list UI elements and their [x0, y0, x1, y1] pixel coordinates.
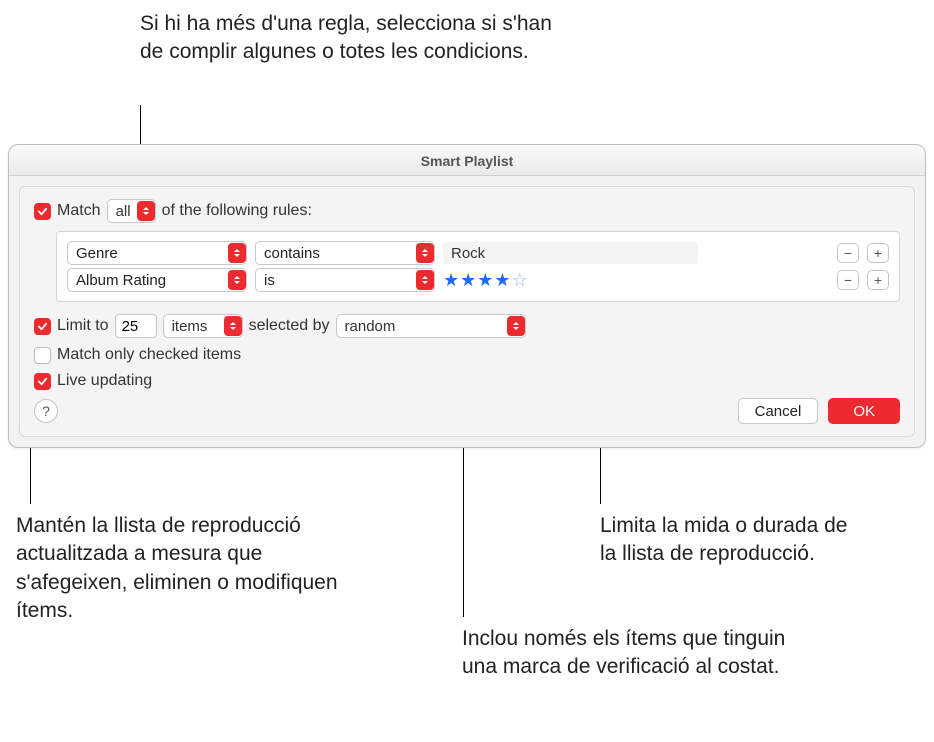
- annotation-bottom-right: Limita la mida o durada de la llista de …: [600, 512, 860, 569]
- match-only-checked-checkbox[interactable]: [34, 347, 51, 364]
- live-updating-row: Live updating: [34, 372, 900, 390]
- ok-button[interactable]: OK: [828, 398, 900, 424]
- match-checkbox[interactable]: [34, 203, 51, 220]
- live-updating-label: Live updating: [57, 372, 152, 390]
- match-only-checked-row: Match only checked items: [34, 346, 900, 364]
- chevron-updown-icon: [137, 201, 155, 221]
- rule-field-select[interactable]: Album Rating: [67, 268, 247, 292]
- match-label-after: of the following rules:: [162, 202, 312, 220]
- live-updating-checkbox[interactable]: [34, 373, 51, 390]
- chevron-updown-icon: [416, 243, 434, 263]
- limit-unit-select[interactable]: items: [163, 314, 243, 338]
- annotation-bottom-mid: Inclou només els ítems que tinguin una m…: [462, 625, 792, 682]
- remove-rule-button[interactable]: −: [837, 243, 859, 263]
- chevron-updown-icon: [224, 316, 242, 336]
- match-mode-select[interactable]: all: [107, 199, 156, 223]
- annotation-bottom-left: Mantén la llista de reproducció actualit…: [16, 512, 356, 625]
- rating-stars[interactable]: ★★★★☆: [443, 270, 528, 291]
- match-row: Match all of the following rules:: [34, 199, 900, 223]
- rule-field-select[interactable]: Genre: [67, 241, 247, 265]
- chevron-updown-icon: [416, 270, 434, 290]
- rule-op-select[interactable]: is: [255, 268, 435, 292]
- match-label-before: Match: [57, 202, 101, 220]
- limit-label: Limit to: [57, 317, 109, 335]
- rule-row: Album Rating is ★★★★☆ − +: [67, 268, 889, 292]
- selected-by-label: selected by: [249, 317, 330, 335]
- cancel-button[interactable]: Cancel: [738, 398, 819, 424]
- chevron-updown-icon: [228, 270, 246, 290]
- add-rule-button[interactable]: +: [867, 270, 889, 290]
- dialog-footer: ? Cancel OK: [34, 398, 900, 424]
- help-button[interactable]: ?: [34, 399, 58, 423]
- limit-row: Limit to items selected by random: [34, 314, 900, 338]
- limit-count-input[interactable]: [115, 314, 157, 338]
- rules-container: Genre contains − + Album Rating: [56, 231, 900, 302]
- rule-op-select[interactable]: contains: [255, 241, 435, 265]
- smart-playlist-dialog: Smart Playlist Match all of the followin…: [8, 144, 926, 448]
- selected-by-select[interactable]: random: [336, 314, 526, 338]
- chevron-updown-icon: [507, 316, 525, 336]
- match-only-checked-label: Match only checked items: [57, 346, 241, 364]
- annotation-top: Si hi ha més d'una regla, selecciona si …: [140, 10, 570, 67]
- add-rule-button[interactable]: +: [867, 243, 889, 263]
- rule-row: Genre contains − +: [67, 241, 889, 265]
- dialog-title: Smart Playlist: [9, 145, 925, 176]
- rule-value-input[interactable]: [443, 242, 698, 264]
- chevron-updown-icon: [228, 243, 246, 263]
- remove-rule-button[interactable]: −: [837, 270, 859, 290]
- limit-checkbox[interactable]: [34, 318, 51, 335]
